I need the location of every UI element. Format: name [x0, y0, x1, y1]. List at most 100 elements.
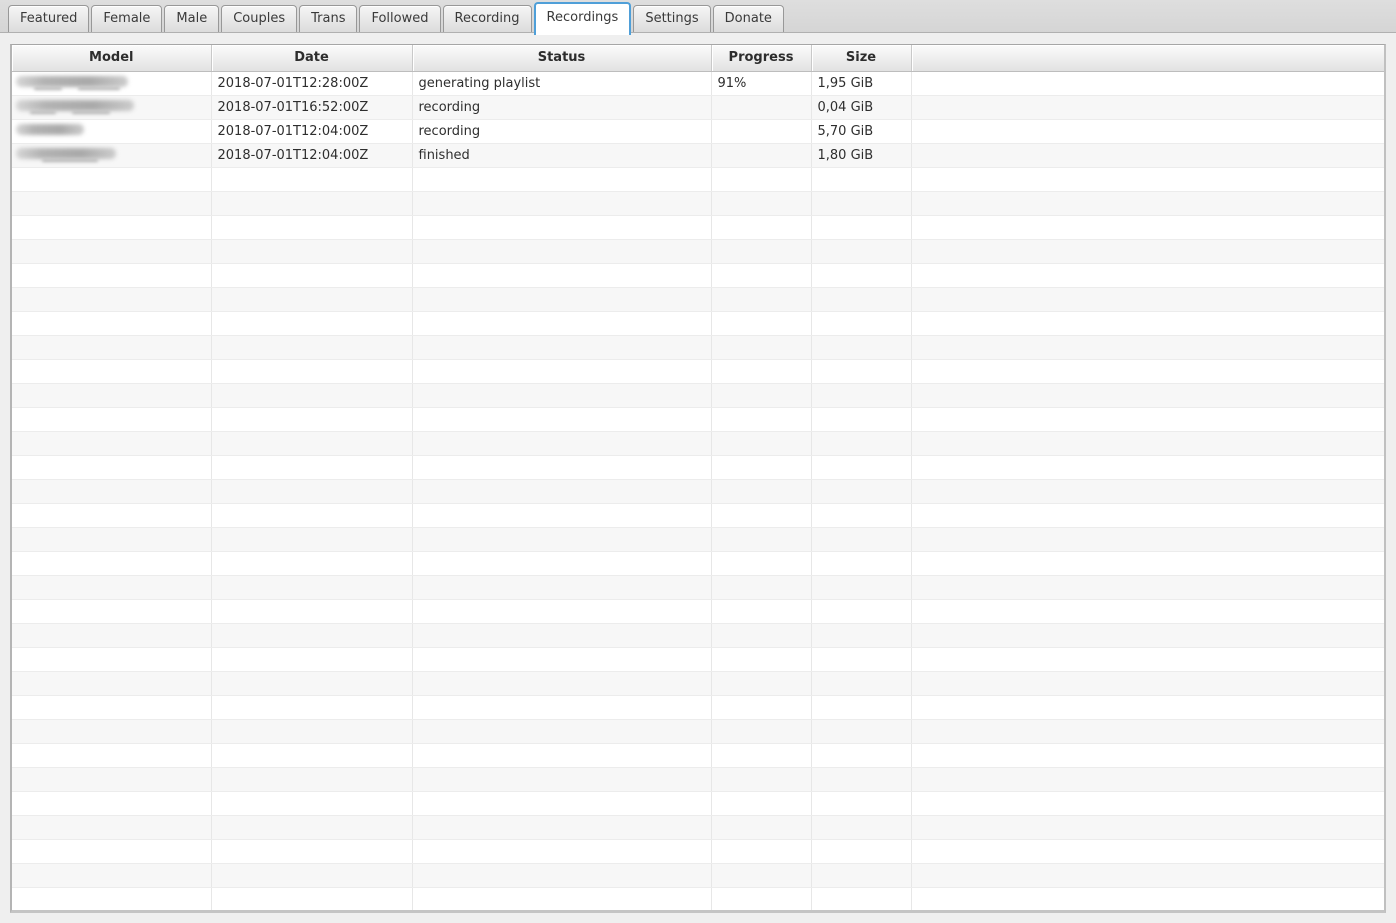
column-header-date[interactable]: Date: [211, 45, 412, 71]
empty-cell: [211, 743, 412, 767]
empty-cell: [811, 479, 911, 503]
empty-cell: [811, 287, 911, 311]
empty-cell: [711, 479, 811, 503]
empty-row[interactable]: [12, 215, 1384, 239]
empty-row[interactable]: [12, 671, 1384, 695]
empty-cell: [412, 263, 711, 287]
empty-row[interactable]: [12, 719, 1384, 743]
empty-cell: [911, 887, 1384, 911]
empty-row[interactable]: [12, 263, 1384, 287]
empty-cell: [911, 743, 1384, 767]
column-header-extra[interactable]: [911, 45, 1384, 71]
empty-cell: [811, 311, 911, 335]
empty-row[interactable]: [12, 815, 1384, 839]
empty-cell: [12, 527, 211, 551]
table-row[interactable]: 2018-07-01T16:52:00Zrecording0,04 GiB: [12, 95, 1384, 119]
empty-row[interactable]: [12, 191, 1384, 215]
empty-row[interactable]: [12, 455, 1384, 479]
empty-cell: [12, 791, 211, 815]
column-header-status[interactable]: Status: [412, 45, 711, 71]
column-header-size[interactable]: Size: [811, 45, 911, 71]
empty-cell: [412, 287, 711, 311]
empty-row[interactable]: [12, 743, 1384, 767]
empty-row[interactable]: [12, 767, 1384, 791]
tab-male[interactable]: Male: [164, 5, 219, 32]
empty-cell: [911, 311, 1384, 335]
empty-row[interactable]: [12, 647, 1384, 671]
column-header-progress[interactable]: Progress: [711, 45, 811, 71]
empty-row[interactable]: [12, 599, 1384, 623]
empty-cell: [811, 695, 911, 719]
empty-row[interactable]: [12, 311, 1384, 335]
empty-row[interactable]: [12, 383, 1384, 407]
empty-cell: [412, 695, 711, 719]
extra-cell: [911, 71, 1384, 95]
empty-row[interactable]: [12, 479, 1384, 503]
status-cell: finished: [412, 143, 711, 167]
empty-cell: [711, 527, 811, 551]
extra-cell: [911, 143, 1384, 167]
empty-row[interactable]: [12, 575, 1384, 599]
tab-settings[interactable]: Settings: [633, 5, 710, 32]
empty-row[interactable]: [12, 335, 1384, 359]
empty-row[interactable]: [12, 359, 1384, 383]
tab-followed[interactable]: Followed: [359, 5, 440, 32]
empty-cell: [12, 815, 211, 839]
empty-cell: [211, 671, 412, 695]
empty-row[interactable]: [12, 407, 1384, 431]
empty-cell: [12, 287, 211, 311]
empty-row[interactable]: [12, 287, 1384, 311]
table-row[interactable]: 2018-07-01T12:28:00Zgenerating playlist9…: [12, 71, 1384, 95]
empty-row[interactable]: [12, 551, 1384, 575]
empty-cell: [12, 599, 211, 623]
empty-cell: [211, 863, 412, 887]
empty-cell: [12, 887, 211, 911]
extra-cell: [911, 95, 1384, 119]
empty-cell: [911, 623, 1384, 647]
table-row[interactable]: 2018-07-01T12:04:00Zrecording5,70 GiB: [12, 119, 1384, 143]
empty-cell: [412, 503, 711, 527]
empty-row[interactable]: [12, 167, 1384, 191]
recordings-panel: ModelDateStatusProgressSize 2018-07-01T1…: [10, 44, 1386, 913]
column-header-model[interactable]: Model: [12, 45, 211, 71]
table-header-row: ModelDateStatusProgressSize: [12, 45, 1384, 71]
empty-cell: [12, 575, 211, 599]
empty-row[interactable]: [12, 623, 1384, 647]
empty-row[interactable]: [12, 863, 1384, 887]
empty-row[interactable]: [12, 791, 1384, 815]
empty-cell: [911, 791, 1384, 815]
empty-cell: [711, 239, 811, 263]
tab-trans[interactable]: Trans: [299, 5, 357, 32]
tab-donate[interactable]: Donate: [713, 5, 784, 32]
tab-featured[interactable]: Featured: [8, 5, 89, 32]
empty-cell: [12, 767, 211, 791]
empty-cell: [412, 311, 711, 335]
extra-cell: [911, 119, 1384, 143]
empty-cell: [412, 335, 711, 359]
empty-cell: [211, 167, 412, 191]
progress-cell: [711, 119, 811, 143]
tab-recordings[interactable]: Recordings: [534, 2, 632, 35]
empty-cell: [811, 791, 911, 815]
empty-row[interactable]: [12, 431, 1384, 455]
empty-row[interactable]: [12, 527, 1384, 551]
empty-row[interactable]: [12, 239, 1384, 263]
model-cell: [12, 71, 211, 95]
empty-row[interactable]: [12, 695, 1384, 719]
table-row[interactable]: 2018-07-01T12:04:00Zfinished1,80 GiB: [12, 143, 1384, 167]
empty-cell: [711, 455, 811, 479]
tab-couples[interactable]: Couples: [221, 5, 297, 32]
empty-cell: [412, 671, 711, 695]
size-cell: 1,95 GiB: [811, 71, 911, 95]
tab-recording[interactable]: Recording: [443, 5, 532, 32]
empty-row[interactable]: [12, 503, 1384, 527]
empty-cell: [811, 527, 911, 551]
empty-cell: [211, 887, 412, 911]
empty-cell: [211, 695, 412, 719]
empty-cell: [211, 311, 412, 335]
empty-row[interactable]: [12, 887, 1384, 911]
empty-cell: [412, 551, 711, 575]
empty-row[interactable]: [12, 839, 1384, 863]
tab-female[interactable]: Female: [91, 5, 162, 32]
redacted-model-name: [16, 122, 205, 140]
